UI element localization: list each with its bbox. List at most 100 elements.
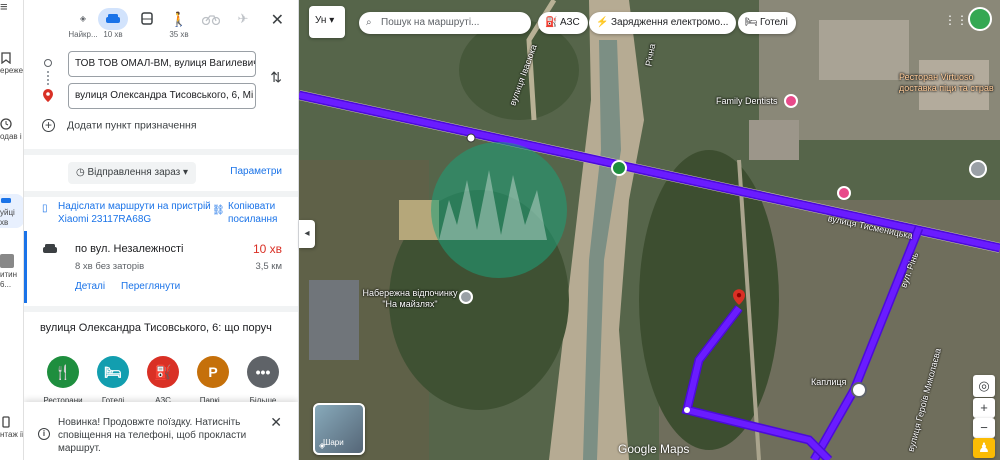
rail-item-saved[interactable]: ережені <box>0 52 23 76</box>
search-icon: ⌕ <box>366 17 372 28</box>
place-label: Family Dentists <box>716 96 778 106</box>
mode-flight[interactable]: ✈ <box>228 8 258 30</box>
park-marker-icon[interactable] <box>611 160 627 176</box>
divider <box>24 191 298 197</box>
minus-icon: − <box>980 420 988 435</box>
bus-icon <box>132 8 162 30</box>
place-marker-icon[interactable] <box>969 160 987 178</box>
place-label: Каплиця <box>811 377 847 387</box>
satellite-map[interactable]: вулиця Тисменицька вулиця Івасюка Річна … <box>299 0 1000 460</box>
route-distance: 3,5 км <box>255 261 282 272</box>
route-option[interactable]: по вул. Незалежності 10 хв 8 хв без зато… <box>24 231 298 303</box>
fork-knife-icon: 🍴 <box>54 364 72 380</box>
divider <box>24 149 298 155</box>
origin-circle-icon <box>44 59 52 67</box>
car-icon <box>98 8 128 30</box>
walk-icon: 🚶 <box>170 11 188 27</box>
details-link[interactable]: Деталі <box>75 281 105 292</box>
notification-toast: i Новинка! Продовжте поїздку. Натисніть … <box>24 402 298 460</box>
gas-icon: ⛽ <box>154 364 172 380</box>
origin-field[interactable]: ТОВ ТОВ ОМАЛ-ВМ, вулиця Вагилевич <box>68 51 256 77</box>
bed-icon: 🛏 <box>745 17 758 28</box>
place-label: Набережна відпочинку "На майзлях" <box>362 288 458 309</box>
place-label: Ресторан Virtuoso доставка піци та страв <box>899 72 994 93</box>
plane-icon: ✈ <box>237 11 249 26</box>
nearby-hotels-button[interactable]: 🛏 <box>97 356 129 388</box>
shop-marker-icon[interactable] <box>837 186 851 200</box>
copy-link-button[interactable]: ⛓ Копіювати посилання <box>212 200 292 226</box>
mode-best[interactable]: ◈ Найкр... <box>68 8 98 39</box>
destination-marker-icon[interactable] <box>733 289 745 305</box>
nearby-parking-button[interactable]: P <box>197 356 229 388</box>
route-name: по вул. Незалежності <box>75 243 184 255</box>
dropdown-arrow-icon: ▾ <box>183 167 189 178</box>
close-directions-button[interactable]: ✕ <box>271 10 284 30</box>
nearby-gas-button[interactable]: ⛽ <box>147 356 179 388</box>
nearby-more-button[interactable]: ••• <box>247 356 279 388</box>
more-icon: ••• <box>255 364 271 380</box>
zoom-out-button[interactable]: − <box>973 418 995 438</box>
destination-pin-icon <box>43 89 53 102</box>
bed-icon: 🛏 <box>104 364 122 380</box>
avatar[interactable] <box>968 7 992 31</box>
link-icon: ⛓ <box>212 205 225 216</box>
collapse-panel-button[interactable]: ◂ <box>299 220 315 248</box>
send-phone-icon: ▯ <box>42 203 48 214</box>
target-icon: ◎ <box>978 378 990 393</box>
nearby-restaurants-button[interactable]: 🍴 <box>47 356 79 388</box>
clock-icon: ◷ <box>76 167 85 178</box>
medical-marker-icon[interactable] <box>784 94 798 108</box>
place-thumbnail <box>0 254 14 268</box>
bike-icon <box>196 8 226 30</box>
swap-icon[interactable]: ⇅ <box>270 69 282 86</box>
info-icon: i <box>38 428 50 440</box>
mode-bike[interactable] <box>196 8 226 30</box>
route-time: 10 хв <box>252 242 282 256</box>
bookmark-icon <box>1 52 11 64</box>
history-icon <box>0 118 12 130</box>
options-button[interactable]: Параметри <box>230 166 282 177</box>
mode-bus[interactable] <box>132 8 162 30</box>
travel-modes: ◈ Найкр... 10 хв 🚶 35 хв ✈ <box>64 8 298 42</box>
directions-panel: ◈ Найкр... 10 хв 🚶 35 хв ✈ ✕ ТОВ ТОВ ОМА… <box>24 0 299 460</box>
mode-walk[interactable]: 🚶 35 хв <box>164 8 194 39</box>
chip-ev-charging[interactable]: ⚡ Зарядження електромо... <box>589 12 737 34</box>
pegman-icon: ♟ <box>978 440 990 455</box>
zoom-in-button[interactable]: + <box>973 398 995 418</box>
my-location-button[interactable]: ◎ <box>973 375 995 397</box>
car-icon <box>43 244 57 253</box>
preview-link[interactable]: Переглянути <box>121 281 180 292</box>
plus-circle-icon: + <box>42 119 55 132</box>
plus-icon: + <box>980 400 988 415</box>
menu-icon[interactable]: ≡ <box>0 0 23 13</box>
gas-icon: ⛽ <box>545 17 558 28</box>
add-destination-button[interactable]: + Додати пункт призначення <box>42 119 197 132</box>
send-to-device-button[interactable]: ▯ Надіслати маршрути на пристрій Xiaomi … <box>42 200 212 226</box>
rail-item-recent[interactable]: итин 6... <box>0 254 23 290</box>
chip-gas[interactable]: ⛽ АЗС <box>538 12 588 34</box>
mode-car[interactable]: 10 хв <box>98 8 128 39</box>
layers-button[interactable]: ◈ Шари <box>313 403 365 455</box>
toast-text: Новинка! Продовжте поїздку. Натисніть сп… <box>58 417 247 454</box>
search-along-route-input[interactable]: ⌕ Пошук на маршруті... <box>359 12 531 34</box>
layers-icon: ◈ Шари <box>319 438 344 450</box>
divider <box>24 306 298 312</box>
nearby-title: вулиця Олександра Тисовського, 6: що пор… <box>40 322 272 334</box>
diamond-route-icon: ◈ <box>79 14 87 23</box>
google-logo: Google Maps <box>618 442 690 456</box>
parking-icon: P <box>208 364 218 380</box>
pegman-button[interactable]: ♟ <box>973 438 995 458</box>
car-icon <box>1 198 11 203</box>
dropdown-arrow-icon: ▾ <box>329 15 335 26</box>
destination-field[interactable]: вулиця Олександра Тисовського, 6, Мі <box>68 83 256 109</box>
route-connector <box>47 71 49 85</box>
chip-hotels[interactable]: 🛏 Готелі <box>738 12 796 34</box>
rail-item-install[interactable]: нтаж ії <box>0 416 23 440</box>
language-select[interactable]: Ун ▾ <box>309 6 345 38</box>
route-traffic: 8 хв без заторів <box>75 261 145 272</box>
departure-time-select[interactable]: ◷ Відправлення зараз ▾ <box>68 162 197 184</box>
close-toast-button[interactable]: ✕ <box>270 415 282 429</box>
left-rail: ≡ ережені одав і уйці хв итин 6... нтаж … <box>0 0 24 460</box>
rail-item-history[interactable]: одав і <box>0 118 23 142</box>
rail-item-directions[interactable]: уйці хв <box>0 194 23 228</box>
